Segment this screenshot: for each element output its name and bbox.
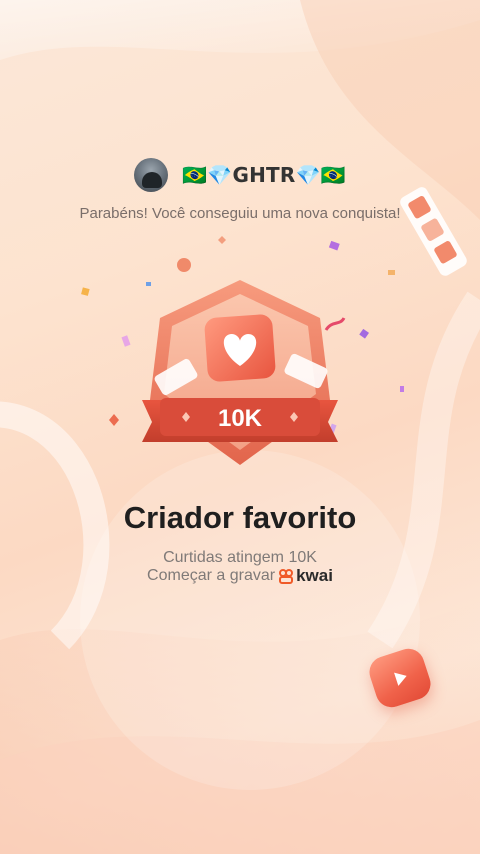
achievement-line-1: Curtidas atingem 10K — [163, 549, 317, 566]
congrats-message: Parabéns! Você conseguiu uma nova conqui… — [79, 205, 401, 222]
record-prompt-text: Começar a gravar — [147, 567, 276, 584]
achievement-badge: 10K — [142, 280, 338, 465]
kwai-icon — [279, 569, 294, 584]
user-avatar[interactable] — [134, 158, 169, 192]
username: 🇧🇷💎GHTR💎🇧🇷 — [182, 163, 346, 187]
play-icon — [394, 672, 407, 686]
kwai-logo: kwai — [278, 567, 333, 585]
achievement-title: Criador favorito — [123, 500, 357, 535]
record-prompt[interactable]: Começar a gravar kwai — [0, 567, 480, 585]
film-strip-decoration — [400, 187, 467, 276]
play-button[interactable] — [365, 644, 435, 712]
heart-icon — [204, 314, 276, 382]
kwai-wordmark: kwai — [296, 566, 333, 585]
user-header: 🇧🇷💎GHTR💎🇧🇷 — [0, 158, 480, 192]
achievement-description: Curtidas atingem 10K Começar a gravar kw… — [0, 549, 480, 585]
badge-value: 10K — [218, 405, 263, 432]
